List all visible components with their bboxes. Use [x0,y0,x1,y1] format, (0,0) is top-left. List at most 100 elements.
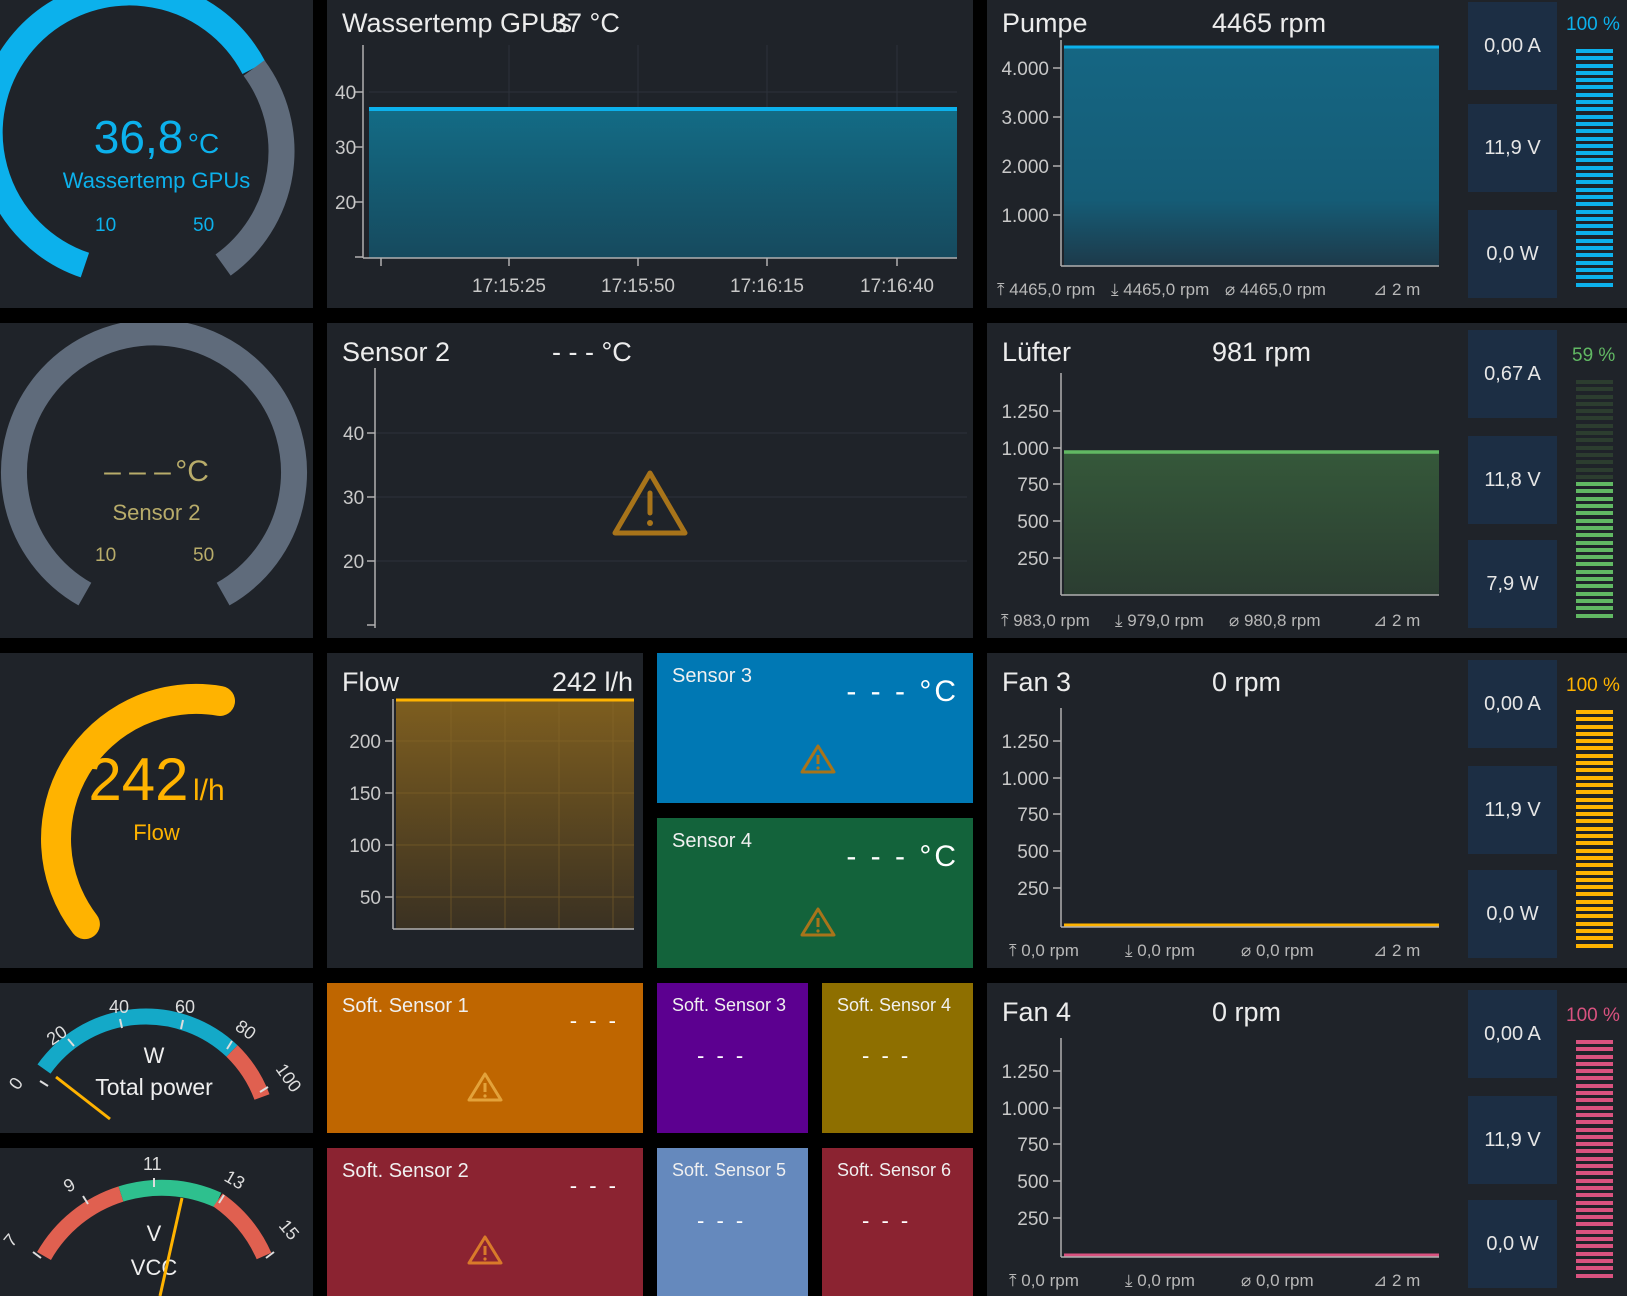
tile-soft-sensor-2[interactable]: Soft. Sensor 2 - - - [327,1148,643,1296]
y-tick-label: 1.000 [1001,769,1049,790]
duty-bar-segment [1576,848,1613,853]
tile-sensor4[interactable]: Sensor 4 - - - °C [657,818,973,968]
gauge-unit: °C [187,128,220,159]
fan3-chart: 1.250 1.000 750 500 250 [1001,708,1439,928]
duty-bar-segment [1576,482,1613,487]
duty-bar-segment [1576,1054,1613,1059]
tile-name: Soft. Sensor 1 [342,995,469,1017]
chart-panel-flow: Flow 242 l/h 200 150 100 50 [327,653,643,968]
duty-bar-segment [1576,731,1613,736]
tile-soft-sensor-6[interactable]: Soft. Sensor 6 - - - [822,1148,973,1296]
duty-bar-segment [1576,1178,1613,1183]
duty-bar-segment [1576,438,1613,443]
duty-bar-segment [1576,855,1613,860]
tile-soft-sensor-5[interactable]: Soft. Sensor 5 - - - [657,1148,808,1296]
duty-bar-segment [1576,460,1613,465]
duty-bar-segment [1576,231,1613,236]
duty-bar-segment [1576,151,1613,156]
y-tick-label: 1.250 [1001,732,1049,753]
duty-bar-segment [1576,143,1613,148]
duty-bar-segment [1576,877,1613,882]
duty-percent: 100 % [1566,1005,1620,1026]
duty-bar-segment [1576,936,1613,941]
duty-bar-segment [1576,107,1613,112]
warning-icon [467,1235,503,1265]
arrow-down-icon: ⤓ [1125,1271,1138,1290]
arrow-down-icon: ⤓ [1111,280,1124,299]
duty-bar-segment [1576,606,1613,611]
pumpe-area [1064,46,1439,266]
y-tick-label: 100 [349,836,381,857]
duty-bar-segment [1576,1069,1613,1074]
duty-bar-segment [1576,216,1613,221]
duty-bar-segment [1576,768,1613,773]
duty-bar-segment [1576,598,1613,603]
duty-bar-segment [1576,394,1613,399]
duty-bar-segment [1576,790,1613,795]
warning-icon [467,1072,503,1102]
duty-bar-segment [1576,1200,1613,1205]
y-tick-label: 500 [1017,842,1049,863]
duty-bar-segment [1576,724,1613,729]
average-icon: ⌀ [1229,611,1244,630]
y-tick-label: 150 [349,784,381,805]
duty-bar-segment [1576,1149,1613,1154]
duty-bar-segment [1576,775,1613,780]
arrow-up-icon: ⤒ [1009,1271,1022,1290]
fan-panel-pumpe: Pumpe 4465 rpm 4.000 3.000 2.000 1.000 ⤒… [987,0,1627,308]
duty-bar-segment [1576,180,1613,185]
pumpe-chart: 4.000 3.000 2.000 1.000 [1001,40,1439,267]
duty-bar-segment [1576,1040,1613,1044]
x-tick-label: 17:15:50 [601,276,675,297]
duty-bar-segment [1576,387,1613,392]
tile-soft-sensor-3[interactable]: Soft. Sensor 3 - - - [657,983,808,1133]
duty-bar-segment [1576,892,1613,897]
y-tick-label: 750 [1017,475,1049,496]
gauge-tick-label: 100 [272,1060,306,1096]
warning-icon [800,907,836,937]
current-cell: 0,00 A [1468,2,1557,90]
duty-bar-segment [1576,1061,1613,1066]
gauge-label: Wassertemp GPUs [62,168,251,193]
duty-bar-segment [1576,928,1613,933]
y-tick-label: 500 [1017,1172,1049,1193]
gauge-tick-label: 9 [60,1174,79,1196]
duty-bar-segment [1576,78,1613,83]
stat-min: ⤓ 979,0 rpm [1115,611,1204,630]
timespan-icon: ⊿ [1373,611,1392,630]
gauge-panel-flow: 242 l/h Flow [0,653,313,968]
duty-bar-segment [1576,533,1613,538]
duty-bar-segment [1576,260,1613,265]
duty-bar-segment [1576,921,1613,926]
current-cell: 0,00 A [1468,660,1557,748]
gauge-unit: V [147,1221,162,1246]
y-tick-label: 1.000 [1001,439,1049,460]
tile-soft-sensor-1[interactable]: Soft. Sensor 1 - - - [327,983,643,1133]
tile-soft-sensor-4[interactable]: Soft. Sensor 4 - - - [822,983,973,1133]
gauge-max-label: 50 [193,215,215,236]
duty-bar-segment [1576,474,1613,479]
tile-name: Soft. Sensor 6 [837,1160,952,1180]
duty-bar-segment [1576,885,1613,890]
stat-max: ⤒ 983,0 rpm [1001,611,1090,630]
tile-name: Soft. Sensor 2 [342,1160,469,1182]
duty-bar-segment [1576,238,1613,243]
duty-bar-segment [1576,826,1613,831]
duty-bar-segment [1576,114,1613,119]
duty-bar-segment [1576,63,1613,68]
duty-bar-segment [1576,1164,1613,1169]
tile-sensor3[interactable]: Sensor 3 - - - °C [657,653,973,803]
tile-value: - - - °C [846,675,959,708]
timespan-icon: ⊿ [1373,1271,1392,1290]
duty-bar-segment [1576,1222,1613,1227]
duty-bar-segment [1576,423,1613,428]
gauge-value: 242 [88,746,189,813]
duty-percent: 100 % [1566,675,1620,696]
gauge-band-normal [118,1179,222,1208]
gauge-vcc: 7 9 11 13 15 V VCC [0,1154,303,1296]
duty-bar-segment [1576,1207,1613,1212]
gauge-label: VCC [131,1255,178,1280]
duty-bar-segment [1576,136,1613,141]
arrow-up-icon: ⤒ [1001,611,1014,630]
duty-percent: 100 % [1566,14,1620,35]
